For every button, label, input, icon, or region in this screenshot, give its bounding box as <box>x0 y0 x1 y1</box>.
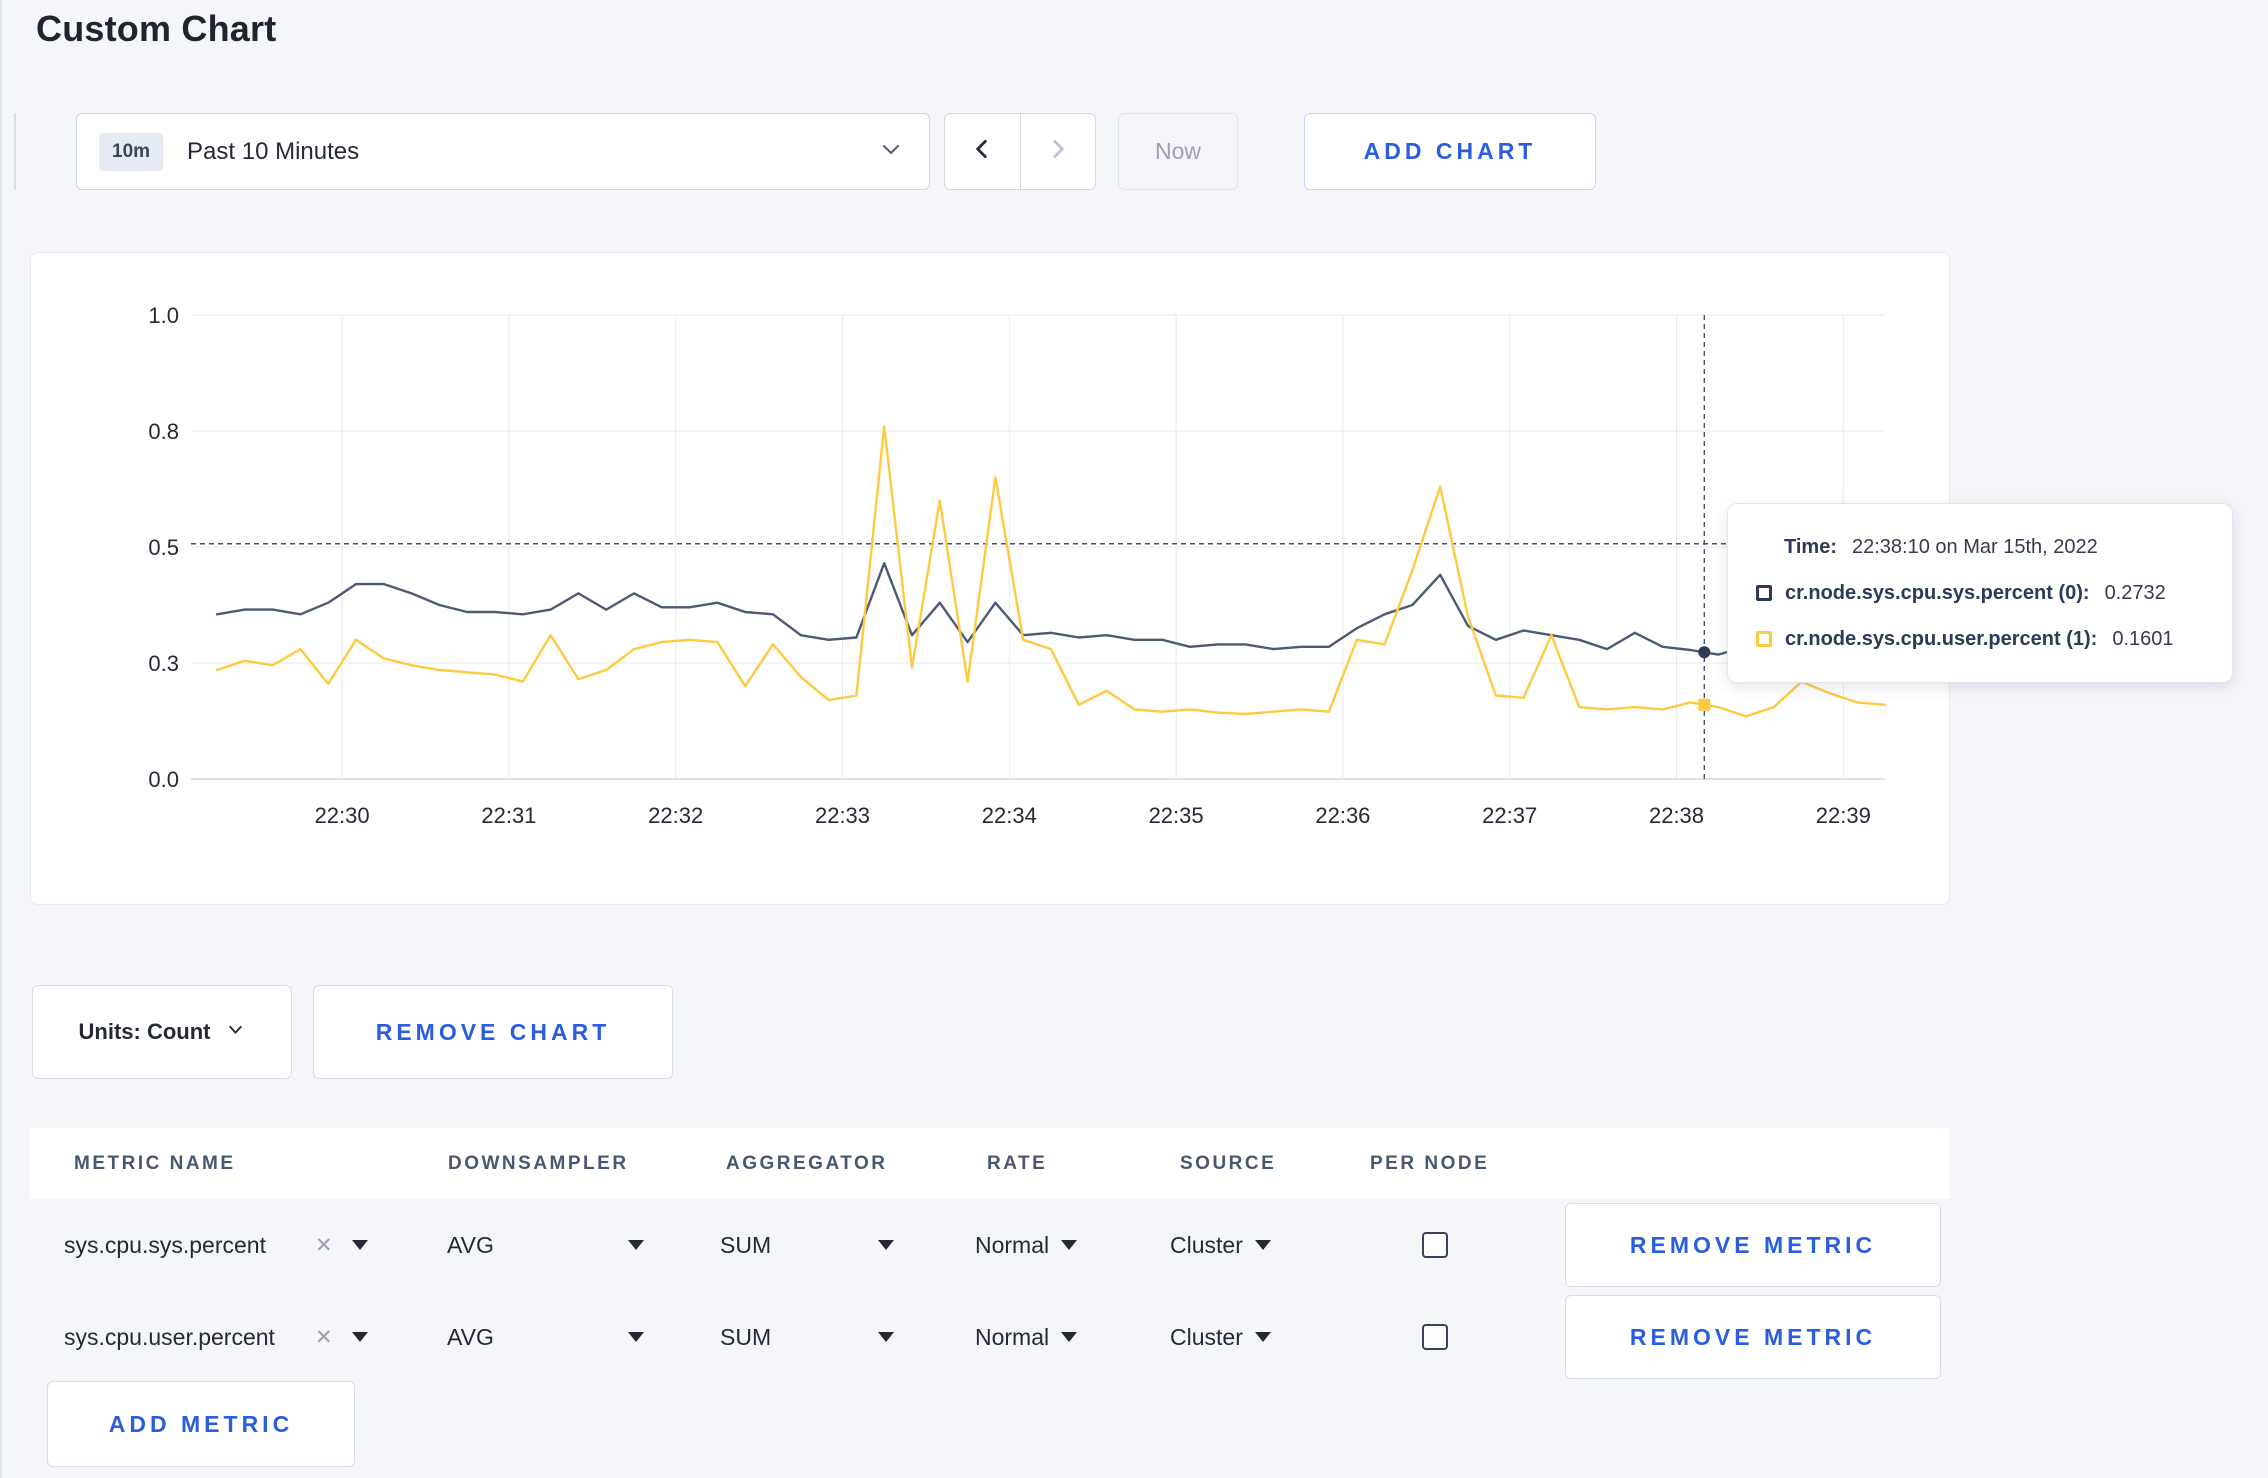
time-range-select[interactable]: 10m Past 10 Minutes <box>76 113 930 190</box>
chevron-down-icon <box>352 1332 368 1342</box>
svg-text:0.8: 0.8 <box>148 419 179 444</box>
chevron-down-icon <box>1254 1332 1271 1342</box>
chart-tooltip: Time: 22:38:10 on Mar 15th, 2022 cr.node… <box>1727 503 2233 683</box>
metric-name-select[interactable]: sys.cpu.sys.percent <box>64 1199 266 1291</box>
metrics-table-header: METRIC NAME DOWNSAMPLER AGGREGATOR RATE … <box>30 1128 1950 1199</box>
col-header-source: SOURCE <box>1180 1152 1277 1174</box>
svg-text:22:38: 22:38 <box>1649 803 1704 828</box>
page-left-rule <box>0 0 2 1478</box>
col-header-aggregator: AGGREGATOR <box>726 1152 888 1174</box>
chevron-down-icon <box>878 1332 894 1342</box>
svg-text:22:36: 22:36 <box>1315 803 1370 828</box>
units-label: Units: Count <box>78 1019 211 1044</box>
svg-text:22:32: 22:32 <box>648 803 703 828</box>
chevron-down-icon <box>226 1019 245 1045</box>
tooltip-time-label: Time: <box>1784 536 1837 558</box>
chevron-down-icon <box>1061 1240 1078 1250</box>
chevron-down-icon <box>352 1240 368 1250</box>
custom-chart-page: Custom Chart 10m Past 10 Minutes Now ADD… <box>0 0 2268 1478</box>
clear-metric-icon[interactable]: ✕ <box>315 1199 333 1291</box>
tooltip-series-name: cr.node.sys.cpu.sys.percent (0): <box>1785 582 2090 604</box>
col-header-metric-name: METRIC NAME <box>74 1152 236 1174</box>
rate-select[interactable]: Normal <box>975 1291 1078 1383</box>
metric-name-select[interactable]: sys.cpu.user.percent <box>64 1291 275 1383</box>
tooltip-time-value: 22:38:10 on Mar 15th, 2022 <box>1851 536 2098 558</box>
chevron-down-icon <box>1254 1240 1271 1250</box>
col-header-per-node: PER NODE <box>1370 1152 1490 1174</box>
aggregator-select[interactable]: SUM <box>720 1291 771 1383</box>
svg-text:22:39: 22:39 <box>1816 803 1871 828</box>
source-select[interactable]: Cluster <box>1170 1291 1271 1383</box>
svg-text:22:31: 22:31 <box>481 803 536 828</box>
source-select[interactable]: Cluster <box>1170 1199 1271 1291</box>
chevron-down-icon <box>628 1240 644 1250</box>
chevron-left-icon <box>969 136 995 167</box>
time-range-badge: 10m <box>99 132 164 171</box>
chevron-down-icon <box>878 1240 894 1250</box>
col-header-rate: RATE <box>987 1152 1048 1174</box>
clear-metric-icon[interactable]: ✕ <box>315 1291 333 1383</box>
now-button[interactable]: Now <box>1118 113 1238 190</box>
chevron-down-icon <box>628 1332 644 1342</box>
source-value: Cluster <box>1170 1231 1243 1258</box>
per-node-checkbox[interactable] <box>1422 1324 1448 1350</box>
tooltip-series-name: cr.node.sys.cpu.user.percent (1): <box>1785 628 2098 650</box>
svg-text:22:33: 22:33 <box>815 803 870 828</box>
downsampler-select[interactable]: AVG <box>447 1199 494 1291</box>
metric-row: sys.cpu.user.percent ✕ AVG SUM Normal Cl… <box>30 1291 1950 1383</box>
svg-text:0.0: 0.0 <box>148 767 179 792</box>
rate-select[interactable]: Normal <box>975 1199 1078 1291</box>
next-window-button[interactable] <box>1019 114 1096 189</box>
svg-text:0.3: 0.3 <box>148 651 179 676</box>
remove-chart-button[interactable]: REMOVE CHART <box>313 985 673 1079</box>
chart-card: 0.0 0.3 0.5 0.8 1.0 22:30 22:31 22:32 22:33 22:34… <box>30 252 1950 905</box>
svg-text:22:35: 22:35 <box>1149 803 1204 828</box>
svg-text:22:34: 22:34 <box>982 803 1037 828</box>
downsampler-select[interactable]: AVG <box>447 1291 494 1383</box>
units-select[interactable]: Units: Count <box>32 985 292 1079</box>
prev-window-button[interactable] <box>945 114 1020 189</box>
svg-text:22:30: 22:30 <box>315 803 370 828</box>
chevron-right-icon <box>1045 136 1071 167</box>
tooltip-series-value: 0.2732 <box>2104 582 2166 604</box>
chevron-down-icon <box>1061 1332 1078 1342</box>
toolbar-divider <box>14 113 16 190</box>
remove-metric-button[interactable]: REMOVE METRIC <box>1565 1295 1941 1379</box>
sys-percent-legend-swatch-icon <box>1756 585 1772 601</box>
aggregator-select[interactable]: SUM <box>720 1199 771 1291</box>
svg-text:0.5: 0.5 <box>148 535 179 560</box>
col-header-downsampler: DOWNSAMPLER <box>448 1152 629 1174</box>
rate-value: Normal <box>975 1231 1050 1258</box>
user-percent-legend-swatch-icon <box>1756 631 1772 647</box>
rate-value: Normal <box>975 1323 1050 1350</box>
chevron-down-icon <box>879 137 903 166</box>
time-range-label: Past 10 Minutes <box>187 137 360 165</box>
svg-text:1.0: 1.0 <box>148 303 179 328</box>
remove-metric-button[interactable]: REMOVE METRIC <box>1565 1203 1941 1287</box>
tooltip-series-value: 0.1601 <box>2112 628 2174 650</box>
cpu-percent-line-chart[interactable]: 0.0 0.3 0.5 0.8 1.0 22:30 22:31 22:32 22:33 22:34… <box>31 253 1951 906</box>
time-window-nav <box>944 113 1096 190</box>
metric-row: sys.cpu.sys.percent ✕ AVG SUM Normal Clu… <box>30 1199 1950 1291</box>
add-chart-button[interactable]: ADD CHART <box>1304 113 1596 190</box>
add-metric-button[interactable]: ADD METRIC <box>47 1381 355 1467</box>
source-value: Cluster <box>1170 1323 1243 1350</box>
page-title: Custom Chart <box>36 8 277 49</box>
per-node-checkbox[interactable] <box>1422 1232 1448 1258</box>
svg-text:22:37: 22:37 <box>1482 803 1537 828</box>
